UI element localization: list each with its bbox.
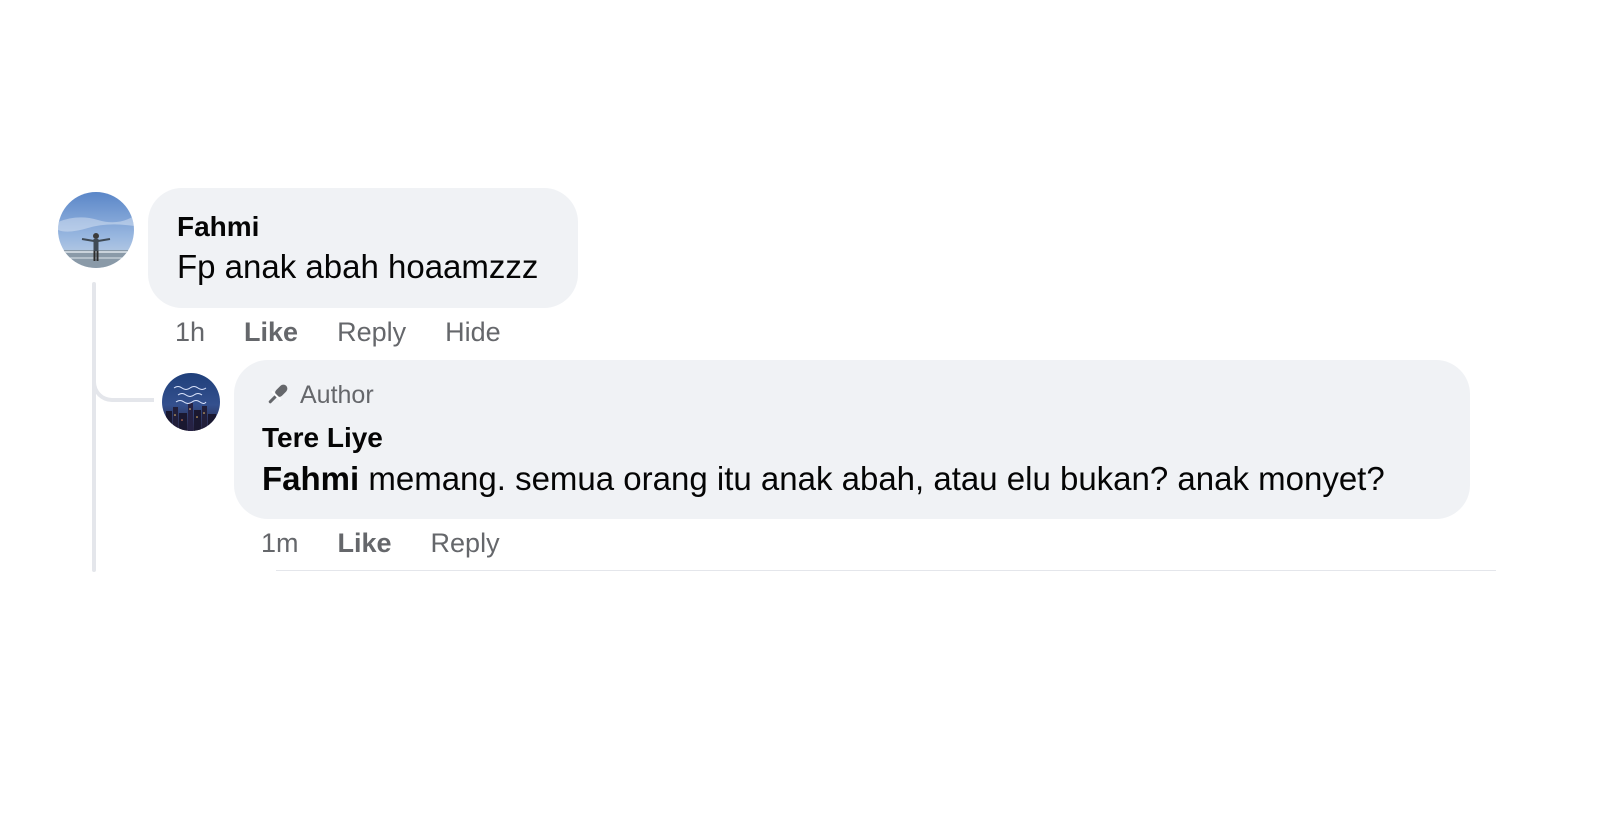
comment-author-name[interactable]: Fahmi [177, 210, 550, 244]
thread-line [92, 282, 96, 572]
reply-text-body: memang. semua orang itu anak abah, atau … [359, 460, 1385, 497]
reply-actions: 1m Like Reply [261, 523, 539, 563]
mention-link[interactable]: Fahmi [262, 460, 359, 497]
reply-button[interactable]: Reply [431, 528, 500, 559]
like-button[interactable]: Like [338, 528, 392, 559]
profile-photo-icon [58, 192, 134, 268]
hide-button[interactable]: Hide [445, 317, 501, 348]
reply-timestamp[interactable]: 1m [261, 528, 299, 559]
author-badge-label: Author [300, 380, 374, 409]
reply-text: Fahmi memang. semua orang itu anak abah,… [262, 458, 1442, 500]
author-badge: Author [262, 378, 1442, 412]
avatar-fahmi[interactable] [58, 192, 134, 268]
like-button[interactable]: Like [244, 317, 298, 348]
divider [276, 570, 1496, 571]
comment-bubble: Fahmi Fp anak abah hoaamzzz [148, 188, 578, 308]
comment-text: Fp anak abah hoaamzzz [177, 248, 539, 285]
microphone-icon [262, 380, 292, 410]
comment-actions: 1h Like Reply Hide [175, 312, 501, 352]
reply-button[interactable]: Reply [337, 317, 406, 348]
page-avatar-icon [162, 373, 220, 431]
reply-bubble: Author Tere Liye Fahmi memang. semua ora… [234, 360, 1470, 519]
avatar-tere-liye[interactable] [162, 373, 220, 431]
thread-reply-connector [92, 352, 154, 402]
reply-author-name[interactable]: Tere Liye [262, 421, 1442, 455]
comment-timestamp[interactable]: 1h [175, 317, 205, 348]
